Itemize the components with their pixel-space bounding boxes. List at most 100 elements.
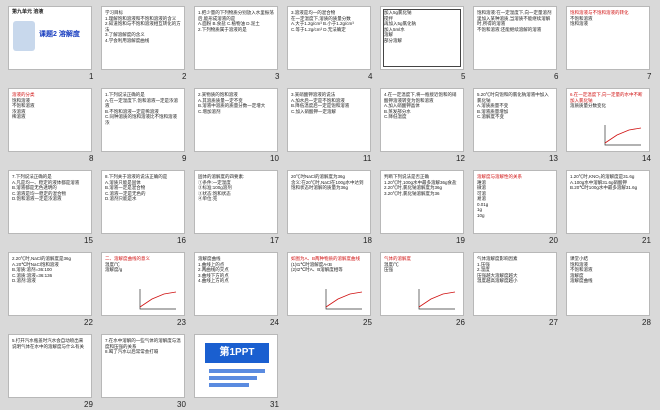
chart-axis (139, 289, 176, 310)
slide-thumbnail-9[interactable]: 1.下列说法正确的是 A.在一定温度下,饱和溶液一定是浓溶液 B.不饱和溶液一定是稀… (101, 88, 185, 152)
slide-line: 8.喝了汽水以后常常会打嗝 (105, 349, 159, 354)
slide-text: 3.某硝酸钾溶液的说法 A.加水后一定是不饱和溶液 B.降低温度后一定是饱和溶液 C.… (288, 89, 370, 114)
slide-thumbnail-28[interactable]: 课堂小结 饱和溶液 不饱和溶液 溶解度 溶解度曲线 (566, 252, 650, 316)
slide-thumbnail-21[interactable]: 1.20℃时,KNO₃的溶解度是31.6g A.100g水中溶解31.6g硝酸钾 B… (566, 170, 650, 234)
slide-number: 16 (177, 236, 186, 245)
slide-number: 22 (84, 318, 93, 327)
slide-line: 5.20℃时向饱和的氯化钠溶液中加入氯化钠 (477, 92, 549, 103)
slide-number: 21 (642, 236, 651, 245)
slide-number: 23 (177, 318, 186, 327)
slide-number: 13 (549, 154, 558, 163)
slide-thumbnail-30[interactable]: 7.在水中溶解的一些气体的溶解度与温度和压强的关系 8.喝了汽水以后常常会打嗝 (101, 334, 185, 398)
slide-line: 饱和溶液 (570, 21, 588, 26)
slide-number: 15 (84, 236, 93, 245)
slide-line: 5.打开汽水瓶盖时汽水会自动喷出来 (12, 338, 84, 343)
slide-text: 饱和溶液与不饱和溶液的转化 不饱和溶液 饱和溶液 (567, 7, 649, 27)
slide-thumbnail-19[interactable]: 判断下列说法是否正确 1.20℃时,100g水中最多溶解36g食盐 2.20℃时,氯… (380, 170, 464, 234)
slide-text: 7.下列说法正确的是 A.凡是均一、稳定的液体都是溶液 B.溶液都是无色透明的 C.溶… (9, 171, 91, 202)
slide-thumbnail-11[interactable]: 3.某硝酸钾溶液的说法 A.加水后一定是不饱和溶液 B.降低温度后一定是饱和溶液 C.… (287, 88, 371, 152)
slide-thumbnail-10[interactable]: 2.某物质的饱和溶液 A.其溶质质量一定不变 B.溶液中溶质的质量分数一定增大 C.增… (194, 88, 278, 152)
slide-thumbnail-26[interactable]: 气体的溶解度 温度/℃ 压强 (380, 252, 464, 316)
slide-text: 8.下列关于溶液的说法正确的是 A.溶质只能是固体 B.溶液一定是混合物 C.溶液一定… (102, 171, 184, 202)
slide-text: 加入5g氯化钠 搅拌 再加入5g氯化钠 加入5ml水 溶解 部分溶解 (381, 7, 463, 43)
slide-thumbnail-4[interactable]: 3.溶液是均一的混合物 在一定温度下,溶质的质量分数 A.大于1.2g/cm³ B.… (287, 6, 371, 70)
slide-line: 4.学会利用溶解度曲线 (105, 37, 150, 43)
slide-thumbnail-22[interactable]: 2.20℃时,NaCl的溶解度是36g A.20℃时NaCl饱和溶液 B.溶质:溶剂… (8, 252, 92, 316)
mini-chart (418, 289, 456, 310)
slide-line: 10g (477, 212, 485, 218)
slide-line: D.溶剂:溶液 (12, 278, 36, 283)
decor-bar (209, 369, 265, 373)
slide-number: 12 (456, 154, 465, 163)
decor-bar (209, 383, 249, 387)
slide-thumbnail-15[interactable]: 7.下列说法正确的是 A.凡是均一、稳定的液体都是溶液 B.溶液都是无色透明的 C.溶… (8, 170, 92, 234)
slide-line: 2.下列物质属于溶液的是 (198, 26, 247, 32)
slide-number: 28 (642, 318, 651, 327)
slide-thumbnail-25[interactable]: 如图为A、B两种物质的溶解度曲线 (1)t1℃时溶解度A<B (2)t2℃时A、B溶… (287, 252, 371, 316)
slide-text: 4.在一定温度下,将一瓶接近饱和的硝酸钾溶液转变为饱和溶液 A.加入硝酸钾晶体 B.… (381, 89, 463, 120)
slide-line: 4.曲线上方的点 (198, 278, 229, 283)
slide-thumbnail-8[interactable]: 溶液的分类 饱和溶液 不饱和溶液 浓溶液 稀溶液 (8, 88, 92, 152)
slide-thumbnail-13[interactable]: 5.20℃时向饱和的氯化钠溶液中加入氯化钠 A.溶质质量不变 B.溶液质量增加 C.溶… (473, 88, 557, 152)
slide-thumbnail-17[interactable]: 固体的溶解度的四要素: ①条件:一定温度 ②标准:100g溶剂 ③状态:饱和状态 ④单位… (194, 170, 278, 234)
slide-thumbnail-14[interactable]: 6.在一定温度下,向一定量的水中不断加入氯化钠 溶质质量分数变化 (566, 88, 650, 152)
ppt-logo: 第1PPT (205, 343, 269, 363)
slide-number: 8 (89, 154, 94, 163)
slide-text: 1.把少量的下列物质分别放入水里振荡后,能形成溶液的是 A.面粉 B.食盐 C.植… (195, 7, 277, 32)
slide-number: 6 (554, 72, 559, 81)
slide-number: 5 (461, 72, 466, 81)
slide-text: 7.在水中溶解的一些气体的溶解度与温度和压强的关系 8.喝了汽水以后常常会打嗝 (102, 335, 184, 355)
slide-thumbnail-29[interactable]: 5.打开汽水瓶盖时汽水会自动喷出来 说明气体在水中的溶解度与什么有关 (8, 334, 92, 398)
slide-thumbnail-1[interactable]: 第九单元 溶液 课题2 溶解度 (8, 6, 92, 70)
slide-text: 如图为A、B两种物质的溶解度曲线 (1)t1℃时溶解度A<B (2)t2℃时A、B溶… (288, 253, 370, 273)
slide-line: C.等于1.2g/cm³ D.无法确定 (291, 26, 346, 32)
slide-thumbnail-3[interactable]: 1.把少量的下列物质分别放入水里振荡后,能形成溶液的是 A.面粉 B.食盐 C.植… (194, 6, 278, 70)
mini-chart (604, 125, 642, 146)
slide-thumbnail-24[interactable]: 溶解度曲线 1.曲线上的点 2.两曲线的交点 3.曲线下方的点 4.曲线上方的点 (194, 252, 278, 316)
slide-number: 18 (363, 236, 372, 245)
slide-line: 压强 (384, 267, 393, 272)
slide-line: C.溶解度不变 (477, 114, 504, 119)
slide-line: 2.知道饱和与不饱和溶液相互转化的方法 (105, 21, 181, 32)
slide-text: 溶液的分类 饱和溶液 不饱和溶液 浓溶液 稀溶液 (9, 89, 91, 120)
slide-thumbnail-12[interactable]: 4.在一定温度下,将一瓶接近饱和的硝酸钾溶液转变为饱和溶液 A.加入硝酸钾晶体 B.… (380, 88, 464, 152)
slide-text: 固体的溶解度的四要素: ①条件:一定温度 ②标准:100g溶剂 ③状态:饱和状态 ④单位… (195, 171, 277, 202)
slide-thumbnail-31[interactable]: 第1PPT (194, 334, 278, 398)
slide-text: 学习目标 1.理解饱和溶液和不饱和溶液的含义 2.知道饱和与不饱和溶液相互转化的方法… (102, 7, 184, 43)
slide-number: 7 (647, 72, 652, 81)
slide-line: 溶质质量分数变化 (570, 103, 606, 108)
slide-number: 10 (270, 154, 279, 163)
slide-thumbnail-16[interactable]: 8.下列关于溶液的说法正确的是 A.溶质只能是固体 B.溶液一定是混合物 C.溶液一定… (101, 170, 185, 234)
slide-text: 气体的溶解度 温度/℃ 压强 (381, 253, 463, 273)
chart-curve (139, 291, 177, 308)
slide-number: 25 (363, 318, 372, 327)
slide-line: 3.20℃时,氯化钠溶解度为36 (384, 190, 440, 196)
slide-text: 溶解度曲线 1.曲线上的点 2.两曲线的交点 3.曲线下方的点 4.曲线上方的点 (195, 253, 277, 284)
slide-number: 17 (270, 236, 279, 245)
slide-thumbnail-20[interactable]: 溶解度与溶解性的关系 难溶 微溶 可溶 易溶 0.01g 1g 10g (473, 170, 557, 234)
slide-line: 6.在一定温度下,向一定量的水中不断加入氯化钠 (570, 92, 643, 103)
mini-chart (139, 289, 177, 310)
slide-number: 26 (456, 318, 465, 327)
slide-text: 溶解度与溶解性的关系 难溶 微溶 可溶 易溶 0.01g 1g 10g (474, 171, 556, 218)
slide-thumbnail-27[interactable]: 气体溶解度影响因素 1.压强 2.温度 压强越大溶解度越大 温度越高溶解度越小 (473, 252, 557, 316)
decor-bar (209, 376, 257, 380)
slide-thumbnail-23[interactable]: 二、溶解度曲线的意义 温度/℃ 溶解度/g (101, 252, 185, 316)
slide-number: 14 (642, 154, 651, 163)
slide-thumbnail-6[interactable]: 饱和溶液:在一定温度下,向一定量溶剂里加入某种溶质,当溶质不能继续溶解时,所得的… (473, 6, 557, 70)
slide-thumbnail-7[interactable]: 饱和溶液与不饱和溶液的转化 不饱和溶液 饱和溶液 (566, 6, 650, 70)
slide-number: 1 (89, 72, 94, 81)
slide-text: 课堂小结 饱和溶液 不饱和溶液 溶解度 溶解度曲线 (567, 253, 649, 284)
slide-text: 1.下列说法正确的是 A.在一定温度下,饱和溶液一定是浓溶液 B.不饱和溶液一定是稀… (102, 89, 184, 125)
slide-line: 1.把少量的下列物质分别放入水里振荡后,能形成溶液的是 (198, 10, 274, 21)
slide-line: 饱和溶液:在一定温度下,向一定量溶剂里加入某种溶质,当溶质不能继续溶解时,所得的… (477, 10, 552, 26)
slide-thumbnail-18[interactable]: 20℃时NaCl的溶解度为36g 含义:在20℃时,NaCl在100g水中达到饱和… (287, 170, 371, 234)
slide-text: 20℃时NaCl的溶解度为36g 含义:在20℃时,NaCl在100g水中达到饱和… (288, 171, 370, 191)
slide-number: 19 (456, 236, 465, 245)
slide-thumbnail-5[interactable]: 加入5g氯化钠 搅拌 再加入5g氯化钠 加入5ml水 溶解 部分溶解 (380, 6, 464, 70)
slide-thumbnail-2[interactable]: 学习目标 1.理解饱和溶液和不饱和溶液的含义 2.知道饱和与不饱和溶液相互转化的方法… (101, 6, 185, 70)
slide-line: 温度越高溶解度越小 (477, 278, 518, 283)
slide-line: C.降低温度 (384, 114, 407, 119)
slide-line: 溶解度曲线 (570, 278, 593, 283)
slide-text: 1.20℃时,KNO₃的溶解度是31.6g A.100g水中溶解31.6g硝酸钾 B… (567, 171, 649, 191)
